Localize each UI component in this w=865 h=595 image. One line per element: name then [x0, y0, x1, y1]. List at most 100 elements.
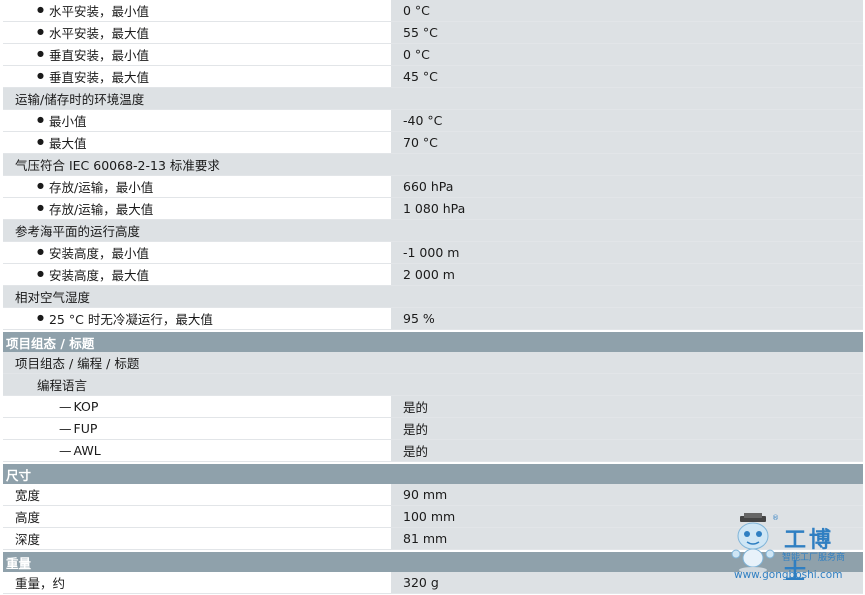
spec-value-text: -40 °C [403, 113, 443, 128]
spec-label-text: 最大值 [48, 136, 87, 151]
spec-value: 55 °C [391, 22, 863, 43]
group-title: 气压符合 IEC 60068-2-13 标准要求 [15, 158, 220, 173]
group-title: 项目组态 / 编程 / 标题 [15, 356, 140, 371]
spec-value-text: 81 mm [403, 531, 448, 546]
spec-label: 25 °C 时无冷凝运行，最大值 [3, 308, 391, 329]
spec-label-text: 宽度 [15, 488, 41, 503]
spec-row: 存放/运输，最小值 660 hPa [3, 176, 863, 198]
group-header: 气压符合 IEC 60068-2-13 标准要求 [3, 154, 863, 176]
spec-label: 最小值 [3, 110, 391, 131]
spec-label: KOP [3, 396, 391, 417]
section-header: 尺寸 [3, 462, 863, 484]
spec-row: 宽度 90 mm [3, 484, 863, 506]
spec-value: 2 000 m [391, 264, 863, 285]
spec-row: KOP 是的 [3, 396, 863, 418]
spec-label: 垂直安装，最小值 [3, 44, 391, 65]
spec-value: 45 °C [391, 66, 863, 87]
group-header: 项目组态 / 编程 / 标题 [3, 352, 863, 374]
watermark-logo: ® 工博士 智能工厂服务商 www.gongboshi.com [726, 512, 856, 587]
spec-row: 垂直安装，最小值 0 °C [3, 44, 863, 66]
spec-value: 是的 [391, 396, 863, 417]
spec-label: 安装高度，最小值 [3, 242, 391, 263]
spec-value: 是的 [391, 418, 863, 439]
spec-row: 垂直安装，最大值 45 °C [3, 66, 863, 88]
group-title: 相对空气湿度 [15, 290, 91, 305]
group-title: 运输/储存时的环境温度 [15, 92, 145, 107]
spec-value-text: 0 °C [403, 3, 430, 18]
group-header: 相对空气湿度 [3, 286, 863, 308]
spec-row: 最小值 -40 °C [3, 110, 863, 132]
registered-mark: ® [772, 514, 779, 522]
group-title: 参考海平面的运行高度 [15, 224, 141, 239]
spec-label: AWL [3, 440, 391, 461]
group-header: 参考海平面的运行高度 [3, 220, 863, 242]
spec-label-text: 水平安装，最大值 [48, 26, 149, 41]
spec-value: 是的 [391, 440, 863, 461]
spec-label-text: 25 °C 时无冷凝运行，最大值 [48, 312, 213, 327]
spec-label-text: AWL [73, 443, 101, 458]
spec-label: FUP [3, 418, 391, 439]
spec-row: 安装高度，最大值 2 000 m [3, 264, 863, 286]
spec-row: FUP 是的 [3, 418, 863, 440]
spec-label: 最大值 [3, 132, 391, 153]
spec-row: 最大值 70 °C [3, 132, 863, 154]
spec-value: -1 000 m [391, 242, 863, 263]
section-title: 重量 [6, 555, 32, 571]
spec-label: 重量，约 [3, 572, 391, 593]
subgroup-header: 编程语言 [3, 374, 863, 396]
spec-value: 95 % [391, 308, 863, 329]
spec-value-text: 95 % [403, 311, 435, 326]
spec-value-text: 0 °C [403, 47, 430, 62]
spec-value-text: -1 000 m [403, 245, 460, 260]
spec-label-text: KOP [73, 399, 99, 414]
spec-label-text: 高度 [15, 510, 41, 525]
spec-label: 存放/运输，最小值 [3, 176, 391, 197]
spec-label-text: 安装高度，最小值 [48, 246, 149, 261]
spec-label: 安装高度，最大值 [3, 264, 391, 285]
spec-value-text: 是的 [403, 422, 429, 437]
section-title: 项目组态 / 标题 [6, 335, 95, 351]
spec-value: 1 080 hPa [391, 198, 863, 219]
spec-label-text: 深度 [15, 532, 41, 547]
spec-label-text: 最小值 [48, 114, 87, 129]
spec-value: 0 °C [391, 44, 863, 65]
spec-row: 安装高度，最小值 -1 000 m [3, 242, 863, 264]
spec-label: 水平安装，最小值 [3, 0, 391, 21]
spec-label-text: 垂直安装，最小值 [48, 48, 149, 63]
spec-label-text: 水平安装，最小值 [48, 4, 149, 19]
spec-value-text: 是的 [403, 400, 429, 415]
spec-value: 660 hPa [391, 176, 863, 197]
spec-label: 高度 [3, 506, 391, 527]
spec-value-text: 1 080 hPa [403, 201, 466, 216]
spec-value-text: 320 g [403, 575, 439, 590]
spec-value: 70 °C [391, 132, 863, 153]
subgroup-title: 编程语言 [37, 378, 88, 393]
section-title: 尺寸 [6, 467, 32, 483]
spec-value-text: 2 000 m [403, 267, 455, 282]
spec-row: 存放/运输，最大值 1 080 hPa [3, 198, 863, 220]
spec-value-text: 70 °C [403, 135, 438, 150]
spec-label-text: 安装高度，最大值 [48, 268, 149, 283]
spec-value: 0 °C [391, 0, 863, 21]
spec-value-text: 90 mm [403, 487, 448, 502]
spec-value-text: 是的 [403, 444, 429, 459]
spec-value-text: 660 hPa [403, 179, 454, 194]
spec-value: 90 mm [391, 484, 863, 505]
spec-label: 水平安装，最大值 [3, 22, 391, 43]
spec-label-text: FUP [73, 421, 98, 436]
spec-label-text: 存放/运输，最大值 [48, 202, 154, 217]
spec-label: 深度 [3, 528, 391, 549]
spec-row: 水平安装，最小值 0 °C [3, 0, 863, 22]
group-header: 运输/储存时的环境温度 [3, 88, 863, 110]
spec-value-text: 55 °C [403, 25, 438, 40]
spec-label: 垂直安装，最大值 [3, 66, 391, 87]
watermark-url: www.gongboshi.com [734, 569, 843, 581]
spec-row: 水平安装，最大值 55 °C [3, 22, 863, 44]
spec-value: -40 °C [391, 110, 863, 131]
section-header: 项目组态 / 标题 [3, 330, 863, 352]
spec-label: 存放/运输，最大值 [3, 198, 391, 219]
spec-label-text: 垂直安装，最大值 [48, 70, 149, 85]
spec-value-text: 45 °C [403, 69, 438, 84]
spec-label: 宽度 [3, 484, 391, 505]
spec-row: AWL 是的 [3, 440, 863, 462]
